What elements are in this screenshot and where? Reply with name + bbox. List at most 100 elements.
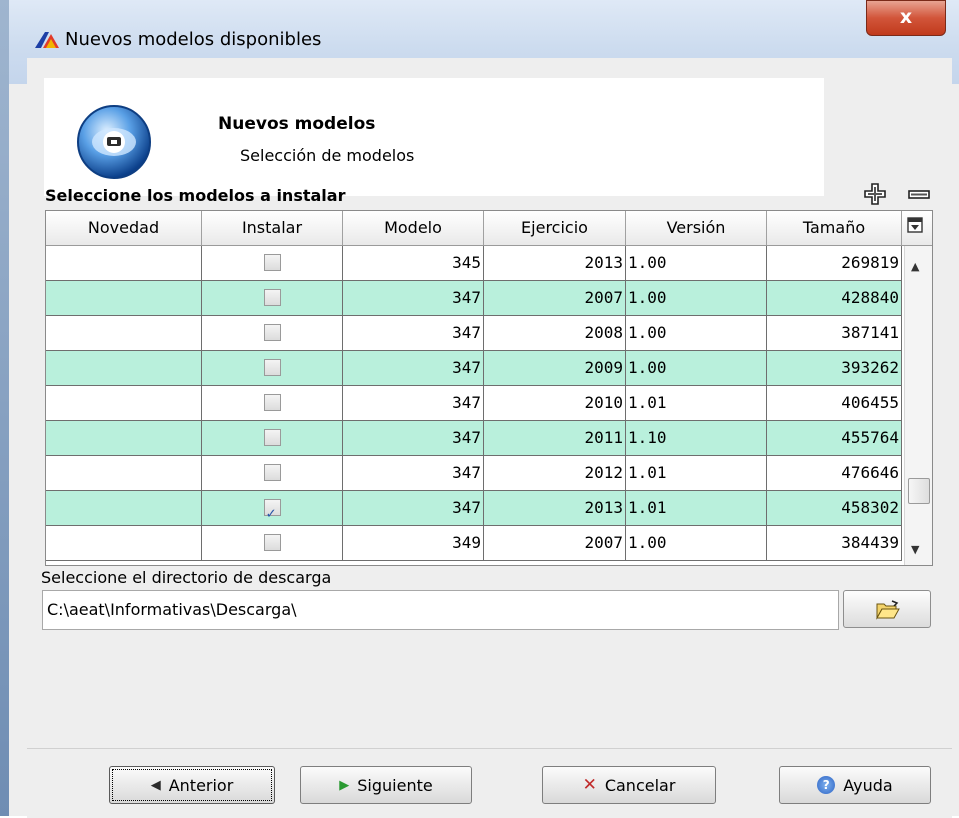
column-header-instalar[interactable]: Instalar [202, 211, 343, 245]
globe-disc-icon [77, 105, 151, 179]
cell-instalar [202, 316, 343, 350]
column-header-novedad[interactable]: Novedad [46, 211, 202, 245]
cell-version: 1.00 [626, 526, 767, 560]
cell-novedad [46, 491, 202, 525]
cell-ejercicio: 2008 [484, 316, 626, 350]
install-checkbox[interactable] [263, 534, 281, 551]
install-checkbox[interactable] [263, 429, 281, 446]
dialog-window: Nuevos modelos disponibles x Nuevos mode… [9, 0, 959, 818]
cell-ejercicio: 2012 [484, 456, 626, 490]
cell-instalar [202, 421, 343, 455]
table-row[interactable]: 347 2013 1.01 458302 [46, 491, 902, 530]
download-path-field[interactable]: C:\aeat\Informativas\Descarga\ [42, 590, 839, 630]
cell-ejercicio: 2007 [484, 526, 626, 560]
cell-modelo: 345 [343, 246, 484, 280]
table-row[interactable]: 347 2011 1.10 455764 [46, 421, 902, 456]
models-table[interactable]: Novedad Instalar Modelo Ejercicio Versió… [45, 210, 933, 566]
wizard-header: Nuevos modelos Selección de modelos [44, 78, 824, 196]
cell-ejercicio: 2011 [484, 421, 626, 455]
cell-version: 1.01 [626, 386, 767, 420]
minus-icon[interactable] [907, 184, 931, 206]
cell-version: 1.10 [626, 421, 767, 455]
download-dir-label: Seleccione el directorio de descarga [41, 568, 332, 587]
close-icon: x [899, 6, 913, 28]
cell-novedad [46, 351, 202, 385]
install-checkbox[interactable] [263, 496, 281, 530]
cell-ejercicio: 2013 [484, 491, 626, 525]
cell-version: 1.00 [626, 316, 767, 350]
help-button-label: Ayuda [843, 775, 893, 795]
install-checkbox[interactable] [263, 359, 281, 376]
column-header-version[interactable]: Versión [626, 211, 767, 245]
cell-tamano: 269819 [767, 246, 902, 280]
column-chooser-button[interactable] [902, 211, 930, 245]
previous-button[interactable]: ◀ Anterior [109, 766, 275, 804]
cell-version: 1.00 [626, 281, 767, 315]
cell-instalar [202, 491, 343, 530]
cell-instalar [202, 281, 343, 315]
table-row[interactable]: 347 2007 1.00 428840 [46, 281, 902, 316]
next-button[interactable]: ▶ Siguiente [300, 766, 472, 804]
table-row[interactable]: 347 2010 1.01 406455 [46, 386, 902, 421]
scroll-down-arrow-icon[interactable]: ▼ [911, 543, 919, 556]
install-checkbox[interactable] [263, 324, 281, 341]
table-row[interactable]: 347 2012 1.01 476646 [46, 456, 902, 491]
column-header-modelo[interactable]: Modelo [343, 211, 484, 245]
browse-folder-button[interactable] [843, 590, 931, 628]
column-header-ejercicio[interactable]: Ejercicio [484, 211, 626, 245]
cell-modelo: 347 [343, 351, 484, 385]
install-checkbox[interactable] [263, 289, 281, 306]
desktop-edge [0, 0, 9, 816]
cell-modelo: 347 [343, 281, 484, 315]
cell-instalar [202, 526, 343, 560]
help-button[interactable]: ? Ayuda [779, 766, 931, 804]
vertical-scrollbar[interactable]: ▲ ▼ [904, 246, 932, 565]
cell-tamano: 428840 [767, 281, 902, 315]
cell-novedad [46, 246, 202, 280]
cell-modelo: 349 [343, 526, 484, 560]
install-checkbox[interactable] [263, 254, 281, 271]
cell-novedad [46, 281, 202, 315]
cell-instalar [202, 246, 343, 280]
close-button[interactable]: x [866, 0, 946, 36]
table-row[interactable]: 349 2007 1.00 384439 [46, 526, 902, 561]
table-body: 345 2013 1.00 269819 347 2007 1.00 42884… [46, 246, 902, 561]
cell-tamano: 384439 [767, 526, 902, 560]
cell-tamano: 406455 [767, 386, 902, 420]
cell-tamano: 455764 [767, 421, 902, 455]
cell-modelo: 347 [343, 456, 484, 490]
cancel-x-icon: ✕ [582, 774, 597, 795]
install-checkbox[interactable] [263, 394, 281, 411]
cell-tamano: 393262 [767, 351, 902, 385]
cell-novedad [46, 526, 202, 560]
table-row[interactable]: 347 2008 1.00 387141 [46, 316, 902, 351]
cell-version: 1.01 [626, 491, 767, 525]
cell-instalar [202, 351, 343, 385]
scrollbar-thumb[interactable] [908, 478, 930, 504]
cell-ejercicio: 2010 [484, 386, 626, 420]
scroll-up-arrow-icon[interactable]: ▲ [911, 260, 919, 273]
cancel-button[interactable]: ✕ Cancelar [542, 766, 716, 804]
table-row[interactable]: 347 2009 1.00 393262 [46, 351, 902, 386]
arrow-right-icon: ▶ [339, 777, 350, 793]
aeat-logo-icon [35, 32, 59, 48]
cell-instalar [202, 456, 343, 490]
cancel-button-label: Cancelar [604, 775, 676, 795]
cell-novedad [46, 386, 202, 420]
cell-version: 1.00 [626, 351, 767, 385]
column-chooser-icon [907, 217, 923, 233]
table-header: Novedad Instalar Modelo Ejercicio Versió… [46, 211, 932, 246]
install-checkbox[interactable] [263, 464, 281, 481]
next-button-label: Siguiente [357, 775, 433, 795]
cell-ejercicio: 2013 [484, 246, 626, 280]
cell-tamano: 458302 [767, 491, 902, 525]
table-row[interactable]: 345 2013 1.00 269819 [46, 246, 902, 281]
header-title: Nuevos modelos [218, 114, 376, 134]
plus-icon[interactable] [863, 182, 887, 206]
cell-modelo: 347 [343, 421, 484, 455]
column-header-tamano[interactable]: Tamaño [767, 211, 902, 245]
table-section-label: Seleccione los modelos a instalar [45, 186, 346, 205]
cell-novedad [46, 456, 202, 490]
dialog-content: Nuevos modelos Selección de modelos Sele… [27, 58, 952, 818]
open-folder-icon [876, 600, 900, 620]
